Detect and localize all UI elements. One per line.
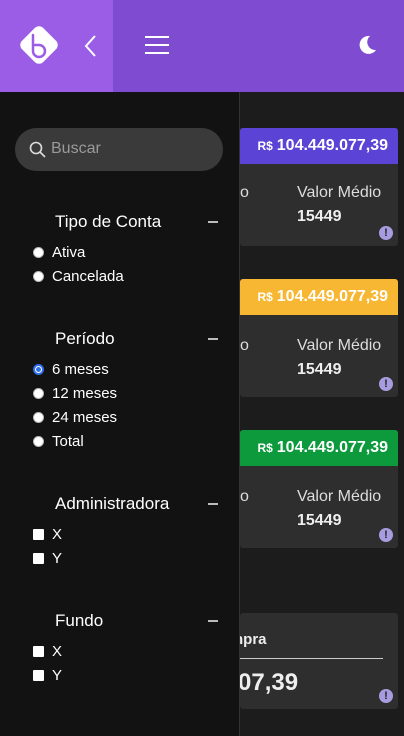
card-header: R$ 104.449.077,39: [240, 430, 398, 466]
stat-card-1: R$ 104.449.077,39 o Valor Médio 15449 !: [240, 128, 398, 246]
filter-title-tipo-conta: Tipo de Conta: [55, 212, 162, 231]
search-icon: [29, 141, 46, 158]
card-label-partial: o: [240, 488, 249, 505]
collapse-icon[interactable]: [208, 221, 218, 223]
search-placeholder: Buscar: [51, 140, 101, 157]
card-label-partial: o: [240, 337, 249, 354]
checkbox-admin-x[interactable]: X: [33, 526, 62, 543]
search-box[interactable]: Buscar: [15, 128, 223, 171]
card-label: Valor Médio: [297, 184, 382, 201]
card-value: 15449: [297, 512, 342, 529]
info-icon[interactable]: !: [379, 377, 393, 391]
collapse-icon[interactable]: [208, 503, 218, 505]
info-icon[interactable]: !: [379, 689, 393, 703]
chevron-left-icon[interactable]: [80, 32, 102, 60]
filter-title-periodo: Período: [55, 329, 115, 348]
stat-card-3: R$ 104.449.077,39 o Valor Médio 15449 !: [240, 430, 398, 548]
card-amount-partial: 07,39: [240, 669, 299, 696]
card-title-partial: npra: [240, 631, 267, 648]
card-amount: 104.449.077,39: [276, 137, 388, 154]
info-icon[interactable]: !: [379, 226, 393, 240]
card-amount: 104.449.077,39: [276, 439, 388, 456]
stat-card-4: npra 07,39 !: [240, 613, 398, 709]
collapse-icon[interactable]: [208, 338, 218, 340]
filter-title-fundo: Fundo: [55, 611, 104, 630]
info-icon[interactable]: !: [379, 528, 393, 542]
card-header: R$ 104.449.077,39: [240, 128, 398, 164]
moon-icon[interactable]: [356, 34, 378, 56]
collapse-icon[interactable]: [208, 620, 218, 622]
filter-sidebar: Buscar Tipo de Conta Ativa Cancelada Per…: [0, 92, 240, 736]
card-value: 15449: [297, 208, 342, 225]
radio-12-meses[interactable]: 12 meses: [33, 385, 117, 402]
card-amount: 104.449.077,39: [276, 288, 388, 305]
checkbox-admin-y[interactable]: Y: [33, 550, 62, 567]
currency-label: R$: [257, 139, 273, 153]
currency-label: R$: [257, 290, 273, 304]
filter-title-administradora: Administradora: [55, 494, 170, 513]
card-label-partial: o: [240, 184, 249, 201]
stat-card-2: R$ 104.449.077,39 o Valor Médio 15449 !: [240, 279, 398, 397]
logo-icon[interactable]: [16, 22, 62, 68]
main-content: R$ 104.449.077,39 o Valor Médio 15449 ! …: [240, 92, 404, 736]
radio-24-meses[interactable]: 24 meses: [33, 409, 117, 426]
card-header: R$ 104.449.077,39: [240, 279, 398, 315]
radio-total[interactable]: Total: [33, 433, 84, 450]
checkbox-fundo-x[interactable]: X: [33, 643, 62, 660]
card-value: 15449: [297, 361, 342, 378]
divider: [240, 658, 383, 659]
hamburger-menu-icon[interactable]: [145, 34, 169, 56]
radio-6-meses[interactable]: 6 meses: [33, 361, 109, 378]
radio-cancelada[interactable]: Cancelada: [33, 268, 124, 285]
card-label: Valor Médio: [297, 337, 382, 354]
card-label: Valor Médio: [297, 488, 382, 505]
checkbox-fundo-y[interactable]: Y: [33, 667, 62, 684]
radio-ativa[interactable]: Ativa: [33, 244, 85, 261]
currency-label: R$: [257, 441, 273, 455]
